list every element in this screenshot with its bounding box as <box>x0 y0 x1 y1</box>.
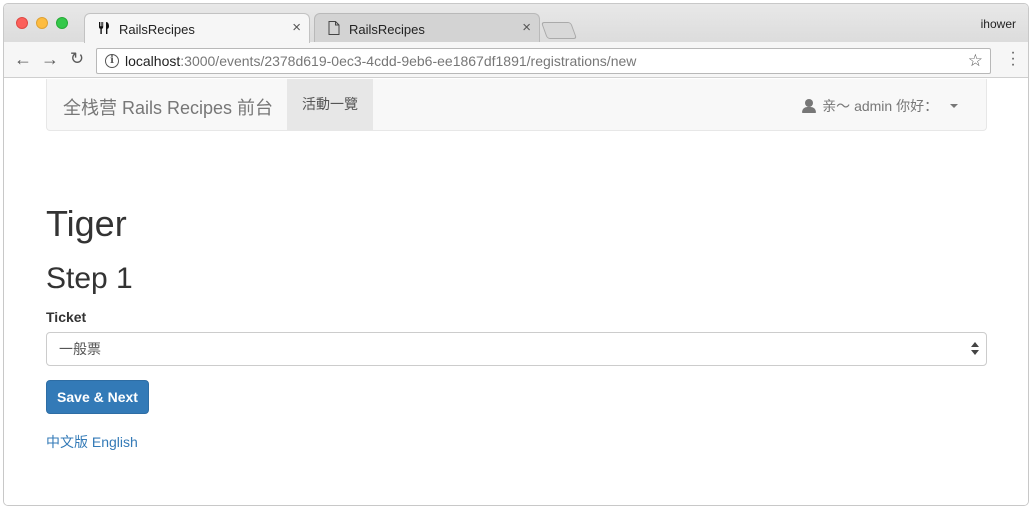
tab-railsrecipes-active[interactable]: RailsRecipes × <box>84 13 310 43</box>
tab-railsrecipes-inactive[interactable]: RailsRecipes × <box>314 13 540 43</box>
step-title: Step 1 <box>46 262 133 295</box>
lang-en-link[interactable]: English <box>92 434 138 450</box>
more-menu-icon[interactable]: · · · <box>1010 45 1016 73</box>
address-bar[interactable]: i localhost:3000/events/2378d619-0ec3-4c… <box>96 48 991 74</box>
reload-icon[interactable]: ↻ <box>67 49 87 69</box>
save-next-button[interactable]: Save & Next <box>46 380 149 414</box>
tab-title: RailsRecipes <box>349 22 425 37</box>
ticket-selected-value: 一般票 <box>59 341 101 357</box>
profile-name[interactable]: ihower <box>981 17 1016 31</box>
user-dropdown[interactable]: 亲～ admin 你好： <box>802 96 958 116</box>
url-text[interactable]: localhost:3000/events/2378d619-0ec3-4cdd… <box>125 49 636 73</box>
language-links: 中文版 English <box>46 432 138 452</box>
tab-title: RailsRecipes <box>119 22 195 37</box>
minimize-window-button[interactable] <box>36 17 48 29</box>
navbar-brand[interactable]: 全栈营 Rails Recipes 前台 <box>63 94 273 120</box>
select-arrows-icon <box>971 341 979 357</box>
event-title: Tiger <box>46 203 127 244</box>
ticket-label: Ticket <box>46 309 87 325</box>
document-icon <box>327 21 341 35</box>
browser-toolbar: ← → ↻ i localhost:3000/events/2378d619-0… <box>4 42 1028 78</box>
tab-close-icon[interactable]: × <box>522 20 531 36</box>
user-icon <box>802 99 817 113</box>
fork-knife-icon <box>97 21 111 35</box>
nav-item-events[interactable]: 活動一覽 <box>287 79 373 130</box>
tab-strip: RailsRecipes × RailsRecipes × ihower <box>4 4 1028 43</box>
lang-zh-link[interactable]: 中文版 <box>46 434 88 450</box>
bookmark-star-icon[interactable]: ☆ <box>968 49 983 73</box>
info-icon[interactable]: i <box>105 54 119 68</box>
page-content: 全栈营 Rails Recipes 前台 活動一覽 亲～ admin 你好： T… <box>4 79 1028 505</box>
ticket-select[interactable]: 一般票 <box>46 332 987 366</box>
url-host: localhost <box>125 53 181 69</box>
user-greeting: 亲～ admin 你好： <box>822 98 939 114</box>
browser-window: RailsRecipes × RailsRecipes × ihower ← →… <box>3 3 1029 506</box>
site-navbar: 全栈营 Rails Recipes 前台 活動一覽 亲～ admin 你好： <box>46 79 987 131</box>
new-tab-button[interactable] <box>540 22 578 39</box>
url-path: :3000/events/2378d619-0ec3-4cdd-9eb6-ee1… <box>180 53 637 69</box>
maximize-window-button[interactable] <box>56 17 68 29</box>
forward-arrow-icon[interactable]: → <box>40 49 60 69</box>
tab-close-icon[interactable]: × <box>292 20 301 36</box>
close-window-button[interactable] <box>16 17 28 29</box>
caret-down-icon <box>950 104 958 108</box>
back-arrow-icon[interactable]: ← <box>13 49 33 69</box>
